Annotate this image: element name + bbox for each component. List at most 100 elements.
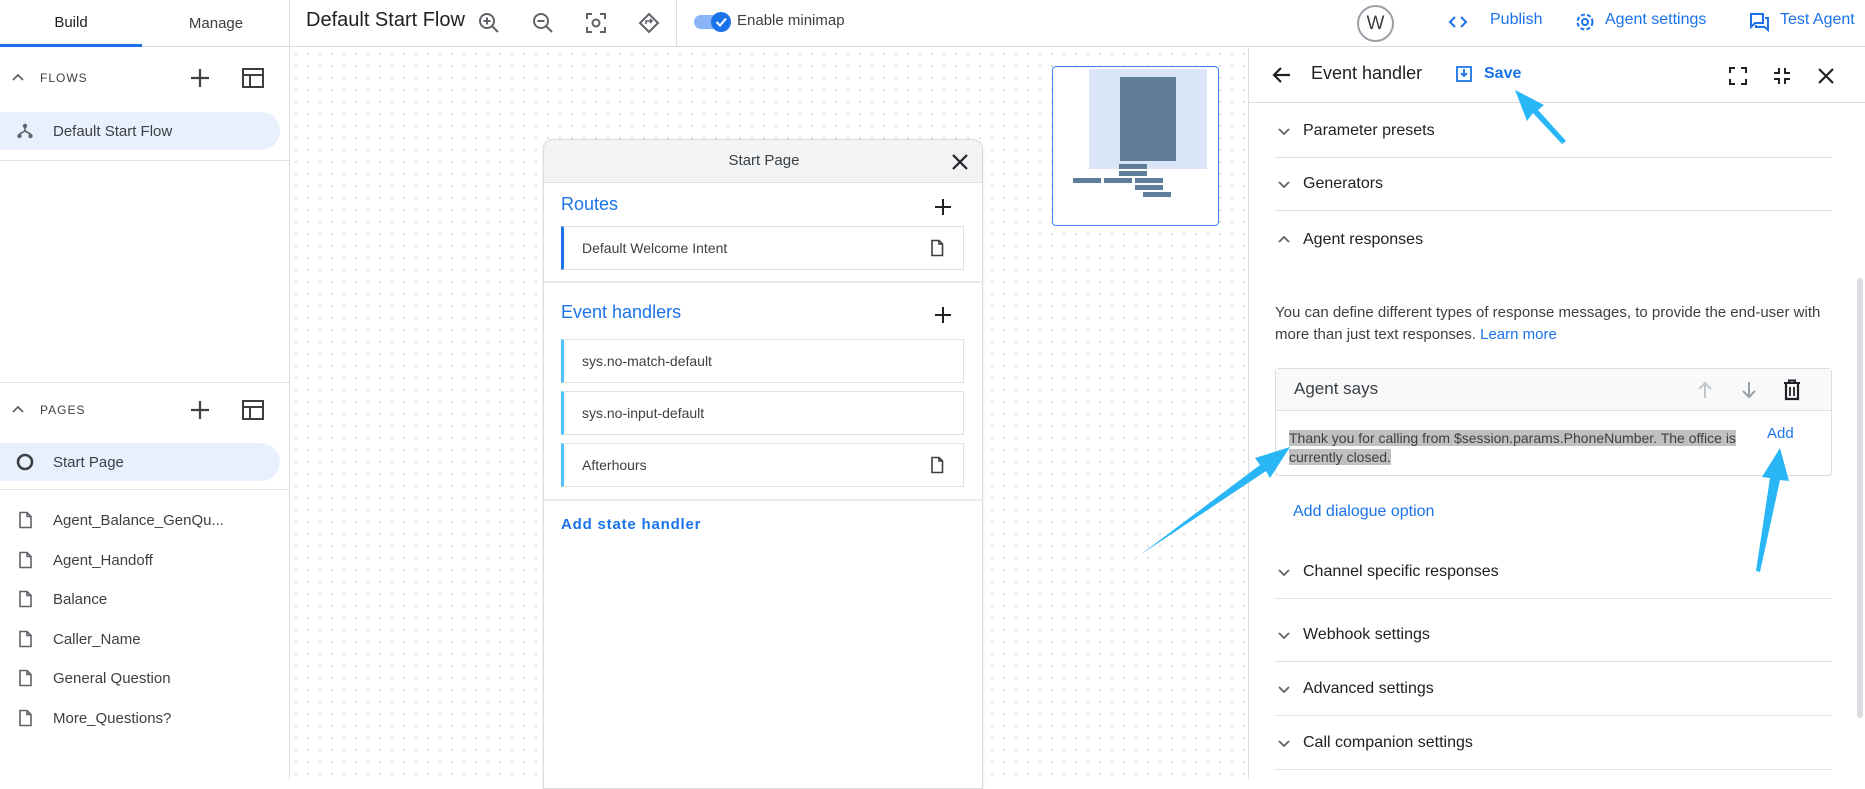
fullscreen-icon[interactable] (1727, 65, 1749, 87)
accordion-parameter-presets[interactable]: Parameter presets (1275, 104, 1832, 158)
page-item[interactable]: Agent_Balance_GenQu... (0, 501, 280, 539)
flows-title: FLOWS (40, 71, 88, 85)
accordion-advanced-settings[interactable]: Advanced settings (1275, 662, 1832, 716)
fit-to-screen-icon[interactable] (583, 10, 609, 36)
page-item-label: Balance (53, 590, 108, 608)
add-dialogue-option-button[interactable]: Add dialogue option (1293, 503, 1434, 521)
pages-section-header: PAGES (0, 390, 290, 430)
code-icon[interactable] (1447, 11, 1469, 33)
agent-says-text: Thank you for calling from $session.para… (1289, 430, 1736, 465)
divider (0, 160, 290, 161)
zoom-out-icon[interactable] (530, 10, 556, 36)
arrow-up-icon[interactable] (1694, 379, 1716, 401)
reset-view-icon[interactable] (636, 10, 662, 36)
test-agent-button[interactable]: Test Agent (1780, 11, 1855, 29)
chevron-down-icon (1275, 122, 1293, 140)
tab-manage[interactable]: Manage (145, 0, 287, 47)
accordion-channel-specific-responses[interactable]: Channel specific responses (1275, 545, 1832, 599)
flow-canvas[interactable]: Start Page Routes Default Welcome Intent… (290, 48, 1248, 789)
add-event-handler-icon[interactable] (932, 304, 954, 326)
close-icon[interactable] (948, 150, 972, 174)
page-item-start-page[interactable]: Start Page (0, 443, 280, 481)
flow-item-label: Default Start Flow (53, 122, 173, 140)
event-handler-card[interactable]: sys.no-match-default (561, 339, 964, 383)
add-flow-icon[interactable] (186, 64, 214, 92)
event-handler-card[interactable]: Afterhours (561, 443, 964, 487)
table-view-icon[interactable] (240, 65, 266, 91)
page-icon (16, 551, 34, 569)
chevron-down-icon (1275, 680, 1293, 698)
agent-says-title: Agent says (1294, 379, 1379, 398)
chevron-up-icon[interactable] (10, 70, 26, 86)
agent-says-text-field[interactable]: Thank you for calling from $session.para… (1289, 429, 1767, 467)
toolbar-divider (676, 0, 677, 47)
agent-settings-button[interactable]: Agent settings (1605, 11, 1706, 29)
panel-title: Event handler (1311, 63, 1423, 83)
accordion-agent-responses[interactable]: Agent responses (1275, 213, 1832, 267)
close-icon[interactable] (1815, 65, 1837, 87)
event-handler-card[interactable]: sys.no-input-default (561, 391, 964, 435)
page-item[interactable]: Caller_Name (0, 620, 280, 658)
accordion-label: Parameter presets (1303, 121, 1435, 139)
accordion-call-companion-settings[interactable]: Call companion settings (1275, 716, 1832, 770)
add-state-handler-button[interactable]: Add state handler (561, 516, 701, 533)
accordion-generators[interactable]: Generators (1275, 157, 1832, 211)
flow-icon (16, 122, 34, 140)
page-item[interactable]: General Question (0, 659, 280, 697)
chevron-down-icon (1275, 563, 1293, 581)
divider (0, 382, 290, 383)
start-page-title: Start Page (728, 152, 800, 169)
add-response-button[interactable]: Add (1767, 425, 1794, 442)
save-button[interactable]: Save (1484, 65, 1521, 83)
add-page-icon[interactable] (186, 396, 214, 424)
minimap-toggle[interactable] (693, 12, 733, 32)
agent-says-card: Agent says Thank you for calling from $s… (1275, 368, 1832, 476)
circle-icon (16, 453, 34, 471)
table-view-icon[interactable] (240, 397, 266, 423)
event-handlers-title: Event handlers (561, 302, 682, 322)
minimap[interactable] (1052, 66, 1219, 226)
page-icon (929, 456, 945, 474)
agent-says-header: Agent says (1276, 369, 1831, 411)
section-divider (544, 499, 984, 501)
top-toolbar: Default Start Flow Enable minimap W Publ… (290, 0, 1865, 47)
event-handler-panel: Parameter presets Generators Agent respo… (1248, 48, 1865, 779)
learn-more-link[interactable]: Learn more (1480, 326, 1557, 343)
start-page-header: Start Page (544, 140, 982, 183)
collapse-icon[interactable] (1771, 65, 1793, 87)
add-route-icon[interactable] (932, 196, 954, 218)
page-item[interactable]: Agent_Handoff (0, 541, 280, 579)
panel-header: Event handler Save (1249, 48, 1865, 103)
save-icon[interactable] (1454, 64, 1474, 84)
page-icon (16, 709, 34, 727)
flow-title: Default Start Flow (306, 9, 465, 31)
route-card[interactable]: Default Welcome Intent (561, 226, 964, 270)
page-icon (16, 511, 34, 529)
arrow-down-icon[interactable] (1738, 379, 1760, 401)
scrollbar[interactable] (1857, 278, 1863, 718)
page-item[interactable]: More_Questions? (0, 699, 280, 737)
tab-build[interactable]: Build (0, 0, 142, 47)
chat-icon[interactable] (1748, 11, 1770, 33)
page-item-label: Agent_Balance_GenQu... (53, 511, 224, 529)
accordion-webhook-settings[interactable]: Webhook settings (1275, 608, 1832, 662)
publish-button[interactable]: Publish (1490, 11, 1542, 29)
gear-icon[interactable] (1574, 11, 1596, 33)
page-item-label: Start Page (53, 453, 124, 471)
accordion-label: Call companion settings (1303, 733, 1473, 751)
delete-icon[interactable] (1781, 378, 1803, 402)
page-icon (16, 630, 34, 648)
route-label: Default Welcome Intent (582, 240, 728, 256)
chevron-up-icon (1275, 231, 1293, 249)
accordion-label: Advanced settings (1303, 679, 1434, 697)
chevron-up-icon[interactable] (10, 402, 26, 418)
zoom-in-icon[interactable] (476, 10, 502, 36)
chevron-down-icon (1275, 626, 1293, 644)
avatar[interactable]: W (1357, 5, 1394, 42)
page-icon (16, 669, 34, 687)
back-arrow-icon[interactable] (1271, 64, 1293, 86)
flow-item-default-start-flow[interactable]: Default Start Flow (0, 112, 280, 150)
event-handler-label: sys.no-match-default (582, 353, 712, 369)
page-item[interactable]: Balance (0, 580, 280, 618)
accordion-label: Agent responses (1303, 231, 1424, 248)
